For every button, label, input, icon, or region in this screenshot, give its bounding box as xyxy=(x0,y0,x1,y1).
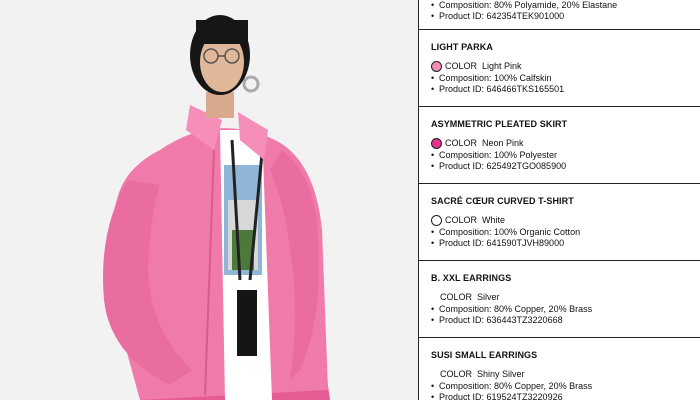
product-card[interactable]: B. XXL EARRINGS COLOR Silver • Compositio… xyxy=(419,261,700,338)
color-swatch-icon xyxy=(431,215,442,226)
color-row: COLOR Light Pink xyxy=(431,61,522,72)
color-name: Light Pink xyxy=(482,61,522,71)
color-name: White xyxy=(482,215,506,225)
product-title[interactable]: LIGHT PARKA xyxy=(431,42,493,52)
product-id-text: Product ID: 625492TGO085900 xyxy=(439,161,567,171)
color-swatch-icon xyxy=(431,61,442,72)
color-row: COLOR Neon Pink xyxy=(431,138,524,149)
color-label: COLOR xyxy=(445,61,478,71)
product-card[interactable]: LIGHT PARKA COLOR Light Pink • Compositio… xyxy=(419,30,700,107)
product-title[interactable]: ASYMMETRIC PLEATED SKIRT xyxy=(431,119,567,129)
bullet-icon: • xyxy=(431,304,435,314)
color-row: COLOR White xyxy=(431,215,505,226)
product-card: • Composition: 80% Polyamide, 20% Elastan… xyxy=(419,0,700,30)
color-label: COLOR xyxy=(440,369,473,379)
color-name: Shiny Silver xyxy=(477,369,525,379)
color-label: COLOR xyxy=(445,138,478,148)
composition-text: Composition: 80% Copper, 20% Brass xyxy=(439,381,593,391)
bullet-icon: • xyxy=(431,161,435,171)
bullet-icon: • xyxy=(431,73,435,83)
product-id-text: Product ID: 642354TEK901000 xyxy=(439,11,565,21)
bullet-icon: • xyxy=(431,381,435,391)
composition-text: Composition: 80% Polyamide, 20% Elastane xyxy=(439,0,618,10)
product-card[interactable]: SUSI SMALL EARRINGS COLOR Shiny Silver •… xyxy=(419,338,700,400)
bullet-icon: • xyxy=(431,392,435,400)
bullet-icon: • xyxy=(431,315,435,325)
product-card[interactable]: ASYMMETRIC PLEATED SKIRT COLOR Neon Pink… xyxy=(419,107,700,184)
color-label: COLOR xyxy=(440,292,473,302)
model-illustration xyxy=(0,0,418,400)
bullet-icon: • xyxy=(431,0,435,10)
color-row: COLOR Shiny Silver xyxy=(431,369,525,380)
product-title[interactable]: B. XXL EARRINGS xyxy=(431,273,511,283)
bullet-icon: • xyxy=(431,150,435,160)
color-name: Neon Pink xyxy=(482,138,524,148)
product-title[interactable]: SUSI SMALL EARRINGS xyxy=(431,350,537,360)
bullet-icon: • xyxy=(431,238,435,248)
product-id-text: Product ID: 619524TZ3220926 xyxy=(439,392,563,400)
product-card[interactable]: SACRÉ CŒUR CURVED T-SHIRT COLOR White • C… xyxy=(419,184,700,261)
bullet-icon: • xyxy=(431,227,435,237)
color-name: Silver xyxy=(477,292,500,302)
product-details-panel: • Composition: 80% Polyamide, 20% Elastan… xyxy=(418,0,700,400)
color-row: COLOR Silver xyxy=(431,292,500,303)
product-photo xyxy=(0,0,418,400)
color-swatch-icon xyxy=(431,138,442,149)
bullet-icon: • xyxy=(431,84,435,94)
product-id-text: Product ID: 646466TKS165501 xyxy=(439,84,565,94)
bullet-icon: • xyxy=(431,11,435,21)
product-title[interactable]: SACRÉ CŒUR CURVED T-SHIRT xyxy=(431,196,574,206)
product-id-text: Product ID: 636443TZ3220668 xyxy=(439,315,563,325)
composition-text: Composition: 100% Calfskin xyxy=(439,73,552,83)
composition-text: Composition: 80% Copper, 20% Brass xyxy=(439,304,593,314)
product-id-text: Product ID: 641590TJVH89000 xyxy=(439,238,565,248)
composition-text: Composition: 100% Organic Cotton xyxy=(439,227,581,237)
composition-text: Composition: 100% Polyester xyxy=(439,150,558,160)
color-label: COLOR xyxy=(445,215,478,225)
